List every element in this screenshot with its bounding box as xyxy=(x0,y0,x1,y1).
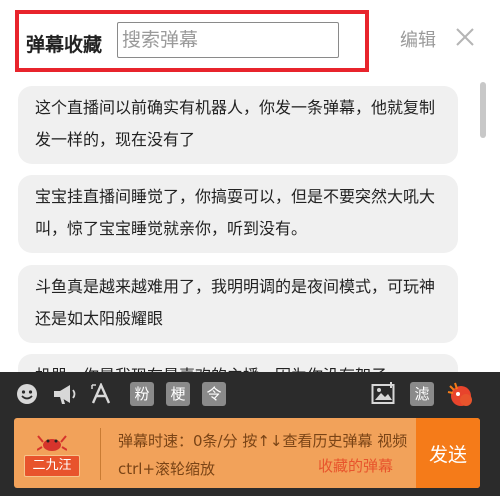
fan-badge: 二九汪 xyxy=(24,455,80,477)
meme-button[interactable]: 梗 xyxy=(166,382,190,406)
danmaku-item[interactable]: 宝宝挂直播间睡觉了，你搞耍可以，但是不要突然大吼大叫，惊了宝宝睡觉就亲你，听到没… xyxy=(18,175,458,253)
panel-title: 弹幕收藏 xyxy=(26,34,103,56)
danmaku-list[interactable]: 这个直播间以前确实有机器人，你发一条弹幕，他就复制发一样的，现在没有了 宝宝挂直… xyxy=(0,82,470,372)
gift-fish-icon[interactable] xyxy=(446,380,474,408)
screenshot-icon[interactable] xyxy=(371,382,397,406)
divider xyxy=(100,428,101,480)
send-button[interactable]: 发送 xyxy=(416,418,480,488)
scrollbar[interactable] xyxy=(480,82,486,138)
edit-button[interactable]: 编辑 xyxy=(400,26,436,52)
danmaku-item[interactable]: 机器，你是我现在最喜欢的主播，因为你没有架子 xyxy=(18,354,458,372)
megaphone-icon[interactable] xyxy=(52,383,78,405)
toolbar: 粉 梗 令 滤 xyxy=(0,372,500,416)
filter-button[interactable]: 滤 xyxy=(410,382,434,406)
emoji-icon[interactable] xyxy=(16,383,38,405)
crab-icon xyxy=(37,435,67,451)
text-style-icon[interactable] xyxy=(90,383,112,405)
command-button[interactable]: 令 xyxy=(202,382,226,406)
danmaku-favorites-panel: 弹幕收藏 编辑 这个直播间以前确实有机器人，你发一条弹幕，他就复制发一样的，现在… xyxy=(0,0,500,372)
search-input[interactable] xyxy=(117,22,339,58)
danmaku-item[interactable]: 斗鱼真是越来越难用了，我明明调的是夜间模式，可玩神还是如太阳般耀眼 xyxy=(18,265,458,343)
fan-badge-button[interactable]: 粉 xyxy=(130,382,154,406)
favorites-link[interactable]: 收藏的弹幕 xyxy=(318,455,394,476)
danmaku-item[interactable]: 这个直播间以前确实有机器人，你发一条弹幕，他就复制发一样的，现在没有了 xyxy=(18,86,458,164)
close-icon[interactable] xyxy=(452,24,478,50)
panel-header: 弹幕收藏 编辑 xyxy=(0,0,500,80)
